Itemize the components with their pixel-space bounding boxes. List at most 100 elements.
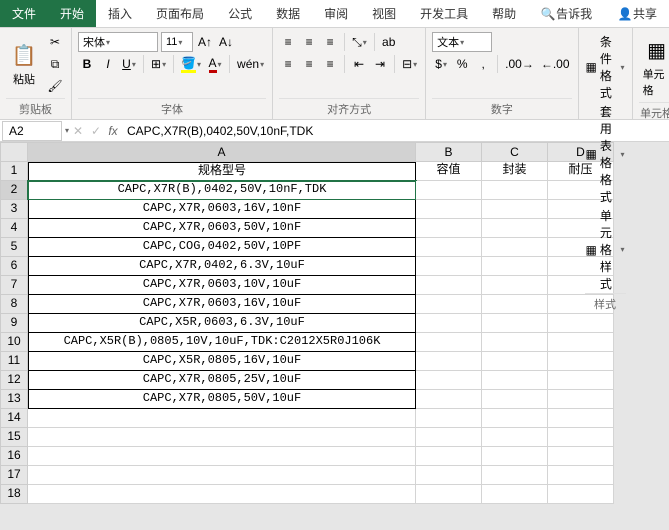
row-head[interactable]: 13: [0, 390, 28, 409]
tab-view[interactable]: 视图: [360, 0, 408, 27]
italic-button[interactable]: I: [99, 54, 117, 74]
cell[interactable]: [548, 409, 614, 428]
cell[interactable]: [482, 371, 548, 390]
row-head[interactable]: 10: [0, 333, 28, 352]
cell[interactable]: [482, 181, 548, 200]
row-head[interactable]: 9: [0, 314, 28, 333]
cell[interactable]: [548, 428, 614, 447]
increase-font-button[interactable]: A↑: [196, 32, 214, 52]
cell[interactable]: [416, 352, 482, 371]
row-head[interactable]: 7: [0, 276, 28, 295]
cell[interactable]: 容值: [416, 162, 482, 181]
tab-help[interactable]: 帮助: [480, 0, 528, 27]
cell[interactable]: [482, 466, 548, 485]
cell[interactable]: [416, 257, 482, 276]
cell[interactable]: [482, 333, 548, 352]
tab-share[interactable]: 👤共享: [605, 0, 669, 27]
cell[interactable]: [28, 428, 416, 447]
fx-button[interactable]: fx: [105, 124, 121, 138]
tab-file[interactable]: 文件: [0, 0, 48, 27]
cell[interactable]: [482, 257, 548, 276]
cell[interactable]: [482, 428, 548, 447]
cell[interactable]: [416, 409, 482, 428]
align-middle-button[interactable]: ≡: [300, 32, 318, 52]
tab-home[interactable]: 开始: [48, 0, 96, 27]
cell-style-button[interactable]: ▦单元格样式▾: [585, 206, 626, 293]
cell[interactable]: [416, 181, 482, 200]
cell[interactable]: [28, 485, 416, 504]
decrease-font-button[interactable]: A↓: [217, 32, 235, 52]
currency-button[interactable]: $▾: [432, 54, 450, 74]
row-head[interactable]: 1: [0, 162, 28, 181]
cell[interactable]: [482, 352, 548, 371]
cell[interactable]: [416, 447, 482, 466]
cell[interactable]: [482, 314, 548, 333]
tab-layout[interactable]: 页面布局: [144, 0, 216, 27]
tab-tellme[interactable]: 🔍告诉我: [528, 0, 604, 27]
row-head[interactable]: 11: [0, 352, 28, 371]
cell[interactable]: [548, 352, 614, 371]
font-name-select[interactable]: 宋体▾: [78, 32, 158, 52]
cell[interactable]: CAPC,X7R,0603,16V,10uF: [28, 295, 416, 314]
cell[interactable]: [548, 314, 614, 333]
merge-button[interactable]: ⊟▾: [400, 54, 419, 74]
cell[interactable]: 封装: [482, 162, 548, 181]
cell[interactable]: CAPC,COG,0402,50V,10PF: [28, 238, 416, 257]
cell[interactable]: CAPC,X7R,0603,50V,10nF: [28, 219, 416, 238]
phonetic-button[interactable]: wén▾: [235, 54, 266, 74]
row-head[interactable]: 2: [0, 181, 28, 200]
orientation-button[interactable]: ⤡▾: [350, 32, 369, 52]
cell[interactable]: CAPC,X5R(B),0805,10V,10uF,TDK:C2012X5R0J…: [28, 333, 416, 352]
cell[interactable]: [416, 485, 482, 504]
cell[interactable]: [548, 390, 614, 409]
cell[interactable]: CAPC,X7R,0603,16V,10nF: [28, 200, 416, 219]
copy-button[interactable]: ⧉: [45, 54, 65, 74]
table-format-button[interactable]: ▦套用表格格式▾: [585, 102, 626, 206]
row-head[interactable]: 6: [0, 257, 28, 276]
fill-color-button[interactable]: 🪣▾: [179, 54, 203, 74]
row-head[interactable]: 17: [0, 466, 28, 485]
cell[interactable]: [482, 390, 548, 409]
row-head[interactable]: 16: [0, 447, 28, 466]
tab-data[interactable]: 数据: [264, 0, 312, 27]
comma-button[interactable]: ,: [474, 54, 492, 74]
cell[interactable]: [416, 295, 482, 314]
cell[interactable]: [28, 466, 416, 485]
cancel-button[interactable]: ✕: [69, 121, 87, 141]
cell[interactable]: [416, 276, 482, 295]
row-head[interactable]: 14: [0, 409, 28, 428]
cell[interactable]: CAPC,X7R,0805,25V,10uF: [28, 371, 416, 390]
align-center-button[interactable]: ≡: [300, 54, 318, 74]
paste-button[interactable]: 📋 粘贴: [6, 37, 42, 91]
row-head[interactable]: 3: [0, 200, 28, 219]
enter-button[interactable]: ✓: [87, 121, 105, 141]
cell[interactable]: CAPC,X7R(B),0402,50V,10nF,TDK: [28, 181, 416, 200]
cell[interactable]: 规格型号: [28, 162, 416, 181]
row-head[interactable]: 18: [0, 485, 28, 504]
cell[interactable]: [416, 219, 482, 238]
col-head-a[interactable]: A: [28, 142, 416, 162]
cell[interactable]: CAPC,X7R,0805,50V,10uF: [28, 390, 416, 409]
font-size-select[interactable]: 11▾: [161, 32, 193, 52]
percent-button[interactable]: %: [453, 54, 471, 74]
cell[interactable]: [416, 333, 482, 352]
row-head[interactable]: 4: [0, 219, 28, 238]
row-head[interactable]: 12: [0, 371, 28, 390]
underline-button[interactable]: U▾: [120, 54, 138, 74]
align-top-button[interactable]: ≡: [279, 32, 297, 52]
inc-decimal-button[interactable]: .00→: [503, 54, 536, 74]
cell[interactable]: [416, 390, 482, 409]
font-color-button[interactable]: A▾: [206, 54, 224, 74]
cell[interactable]: [416, 314, 482, 333]
tab-formula[interactable]: 公式: [216, 0, 264, 27]
cell[interactable]: CAPC,X7R,0603,10V,10uF: [28, 276, 416, 295]
cell[interactable]: [416, 238, 482, 257]
bold-button[interactable]: B: [78, 54, 96, 74]
tab-review[interactable]: 审阅: [312, 0, 360, 27]
cell[interactable]: [416, 200, 482, 219]
cells-format-button[interactable]: ▦ 单元格: [639, 32, 669, 102]
wrap-button[interactable]: ab: [380, 32, 398, 52]
cell[interactable]: CAPC,X7R,0402,6.3V,10uF: [28, 257, 416, 276]
number-format-select[interactable]: 文本▾: [432, 32, 492, 52]
tab-insert[interactable]: 插入: [96, 0, 144, 27]
